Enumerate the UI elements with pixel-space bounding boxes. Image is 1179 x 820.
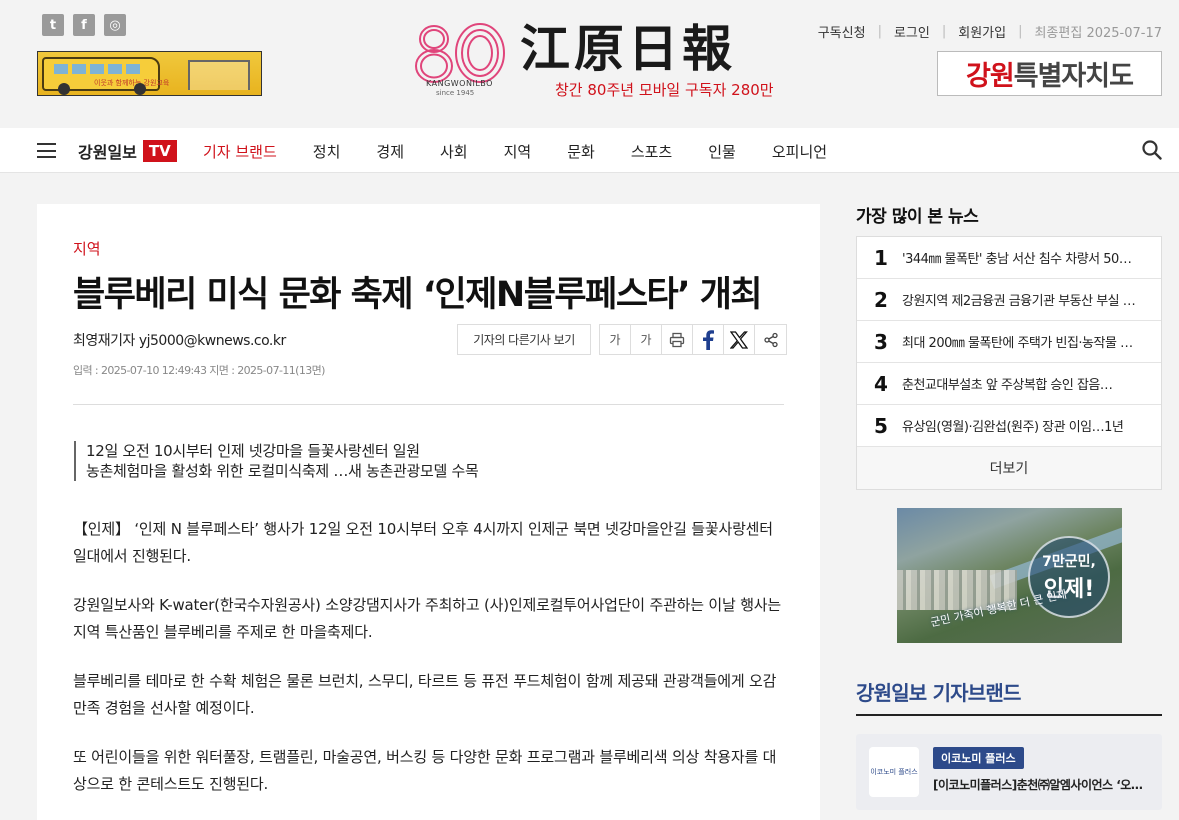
list-item[interactable]: 3 최대 200㎜ 물폭탄에 주택가 빈집·농작물 피해 xyxy=(857,321,1161,363)
rank-number: 5 xyxy=(874,413,888,438)
article-paragraph: 또 어린이들을 위한 워터풀장, 트램플린, 마술공연, 버스킹 등 다양한 문… xyxy=(73,748,777,793)
ad-line1: 7만군민, xyxy=(1042,554,1096,570)
login-link[interactable]: 로그인 xyxy=(894,22,930,41)
utility-links: 구독신청 | 로그인 | 회원가입 | 최종편집 2025-07-17 xyxy=(818,22,1162,41)
nav-item-politics[interactable]: 정치 xyxy=(313,141,341,162)
font-increase-button[interactable]: 가 xyxy=(631,325,662,354)
brand-card-title[interactable]: [이코노미플러스]춘천㈜알엠사이언스 ‘오감만족’ xyxy=(933,776,1148,793)
hamburger-menu-icon[interactable] xyxy=(37,143,56,158)
reporter-brand-title[interactable]: 강원일보 기자브랜드 xyxy=(856,677,1021,706)
nav-brand: 강원일보 xyxy=(78,143,137,162)
brand-tag: 이코노미 플러스 xyxy=(933,747,1024,769)
x-share-icon[interactable] xyxy=(724,325,755,354)
list-item[interactable]: 2 강원지역 제2금융권 금융기관 부동산 부실 위험 xyxy=(857,279,1161,321)
article-paragraph: 【인제】 ‘인제 N 블루페스타’ 행사가 12일 오전 10시부터 오후 4시… xyxy=(73,520,773,565)
inje-ad-banner[interactable]: 7만군민, 인제! 군민 가족이 행복한 더 큰 인제 xyxy=(897,508,1122,643)
print-icon[interactable] xyxy=(662,325,693,354)
more-button[interactable]: 더보기 xyxy=(857,447,1161,489)
instagram-icon[interactable]: ◎ xyxy=(104,14,126,36)
search-icon[interactable] xyxy=(1142,140,1162,160)
main-nav: 강원일보 TV 기자 브랜드 정치 경제 사회 지역 문화 스포츠 인물 오피니… xyxy=(0,128,1179,173)
gangwon-province-banner[interactable]: 강원 특별자치도 xyxy=(937,51,1162,96)
logo-since: since 1945 xyxy=(436,89,475,97)
gangwon-banner-rest: 특별자치도 xyxy=(1013,61,1134,92)
nav-item-region[interactable]: 지역 xyxy=(504,141,532,162)
subtitle-line: 12일 오전 10시부터 인제 넷강마을 들꽃사랑센터 일원 xyxy=(86,442,420,460)
article-body: 【인제】 ‘인제 N 블루페스타’ 행사가 12일 오전 10시부터 오후 4시… xyxy=(73,516,785,820)
article-paragraph: 강원일보사와 K-water(한국수자원공사) 소양강댐지사가 주최하고 (사)… xyxy=(73,596,782,641)
article-dates: 입력 : 2025-07-10 12:49:43 지면 : 2025-07-11… xyxy=(73,364,325,377)
rank-number: 4 xyxy=(874,371,888,396)
kangwonilbo-tv-link[interactable]: 강원일보 TV xyxy=(78,139,177,163)
tv-badge: TV xyxy=(142,140,177,162)
article-subtitle: 12일 오전 10시부터 인제 넷강마을 들꽃사랑센터 일원 농촌체험마을 활성… xyxy=(74,441,479,481)
gangwon-banner-red: 강원 xyxy=(966,61,1015,92)
article-title: 블루베리 미식 문화 축제 ‘인제N블루페스타’ 개최 xyxy=(73,275,763,315)
rank-number: 2 xyxy=(874,287,888,312)
rank-title[interactable]: 춘천교대부설초 앞 주상복합 승인 잡음… xyxy=(902,374,1142,393)
nav-item-opinion[interactable]: 오피니언 xyxy=(772,141,827,162)
article-section[interactable]: 지역 xyxy=(73,238,101,259)
nav-item-economy[interactable]: 경제 xyxy=(376,141,404,162)
nav-menu: 기자 브랜드 정치 경제 사회 지역 문화 스포츠 인물 오피니언 xyxy=(203,141,863,162)
nav-item-sports[interactable]: 스포츠 xyxy=(631,141,672,162)
subscribe-link[interactable]: 구독신청 xyxy=(818,22,866,41)
brand-thumbnail: 이코노미 플러스 xyxy=(869,747,919,797)
reporter-brand-divider xyxy=(856,714,1162,716)
subtitle-line: 농촌체험마을 활성화 위한 로컬미식축제 …새 농촌관광모델 수목 xyxy=(86,462,479,480)
list-item[interactable]: 5 유상임(영월)·김완섭(원주) 장관 이임…1년 xyxy=(857,405,1161,447)
social-links: t f ◎ xyxy=(42,14,126,36)
separator: | xyxy=(1018,24,1023,39)
rank-number: 3 xyxy=(874,329,888,354)
article-paragraph: 블루베리를 테마로 한 수확 체험은 물론 브런치, 스무디, 타르트 등 퓨전… xyxy=(73,672,777,717)
bus-stop-illustration xyxy=(188,60,250,90)
most-viewed-title: 가장 많이 본 뉴스 xyxy=(856,207,979,227)
logo-tagline: 창간 80주년 모바일 구독자 280만 xyxy=(555,81,774,99)
education-bus-banner[interactable]: 이웃과 함께하는 강원교육 xyxy=(37,51,262,96)
logo-subtitle: KANGWONILBO xyxy=(426,79,493,88)
logo-hanja: 江原日報 xyxy=(520,19,736,78)
nav-item-society[interactable]: 사회 xyxy=(440,141,468,162)
rank-title[interactable]: 최대 200㎜ 물폭탄에 주택가 빈집·농작물 피해 xyxy=(902,332,1142,351)
rank-title[interactable]: 유상임(영월)·김완섭(원주) 장관 이임…1년 xyxy=(902,416,1142,435)
rank-title[interactable]: '344㎜ 물폭탄' 충남 서산 침수 차량서 50대 숨진 채 발견 xyxy=(902,248,1142,267)
nav-item-culture[interactable]: 문화 xyxy=(567,141,595,162)
font-decrease-button[interactable]: 가 xyxy=(600,325,631,354)
bus-illustration: 이웃과 함께하는 강원교육 xyxy=(42,57,169,95)
80th-anniversary-emblem xyxy=(415,23,505,83)
list-item[interactable]: 4 춘천교대부설초 앞 주상복합 승인 잡음… xyxy=(857,363,1161,405)
facebook-share-icon[interactable] xyxy=(693,325,724,354)
article-byline: 최영재기자 yj5000@kwnews.co.kr xyxy=(73,333,286,349)
nav-item-people[interactable]: 인물 xyxy=(708,141,736,162)
reporter-brand-card[interactable]: 이코노미 플러스 이코노미 플러스 [이코노미플러스]춘천㈜알엠사이언스 ‘오감… xyxy=(856,734,1162,810)
join-link[interactable]: 회원가입 xyxy=(958,22,1006,41)
facebook-icon[interactable]: f xyxy=(73,14,95,36)
article-tools: 가 가 xyxy=(599,324,787,355)
separator: | xyxy=(877,24,882,39)
last-edit-date: 최종편집 2025-07-17 xyxy=(1034,26,1162,41)
list-item[interactable]: 1 '344㎜ 물폭탄' 충남 서산 침수 차량서 50대 숨진 채 발견 xyxy=(857,237,1161,279)
share-icon[interactable] xyxy=(755,325,786,354)
site-logo[interactable]: KANGWONILBO since 1945 江原日報 창간 80주년 모바일 … xyxy=(412,22,792,100)
other-articles-button[interactable]: 기자의 다른기사 보기 xyxy=(457,324,591,355)
top-header: t f ◎ 이웃과 함께하는 강원교육 KANGWONILBO since 19… xyxy=(0,0,1179,128)
twitter-icon[interactable]: t xyxy=(42,14,64,36)
most-viewed-list: 1 '344㎜ 물폭탄' 충남 서산 침수 차량서 50대 숨진 채 발견 2 … xyxy=(856,236,1162,490)
article: 지역 블루베리 미식 문화 축제 ‘인제N블루페스타’ 개최 최영재기자 yj5… xyxy=(37,204,820,820)
bus-banner-text: 이웃과 함께하는 강원교육 xyxy=(94,79,170,87)
rank-number: 1 xyxy=(874,245,888,270)
rank-title[interactable]: 강원지역 제2금융권 금융기관 부동산 부실 위험 xyxy=(902,290,1142,309)
nav-item-reporter-brand[interactable]: 기자 브랜드 xyxy=(203,141,277,162)
separator: | xyxy=(941,24,947,39)
article-divider xyxy=(73,404,784,405)
